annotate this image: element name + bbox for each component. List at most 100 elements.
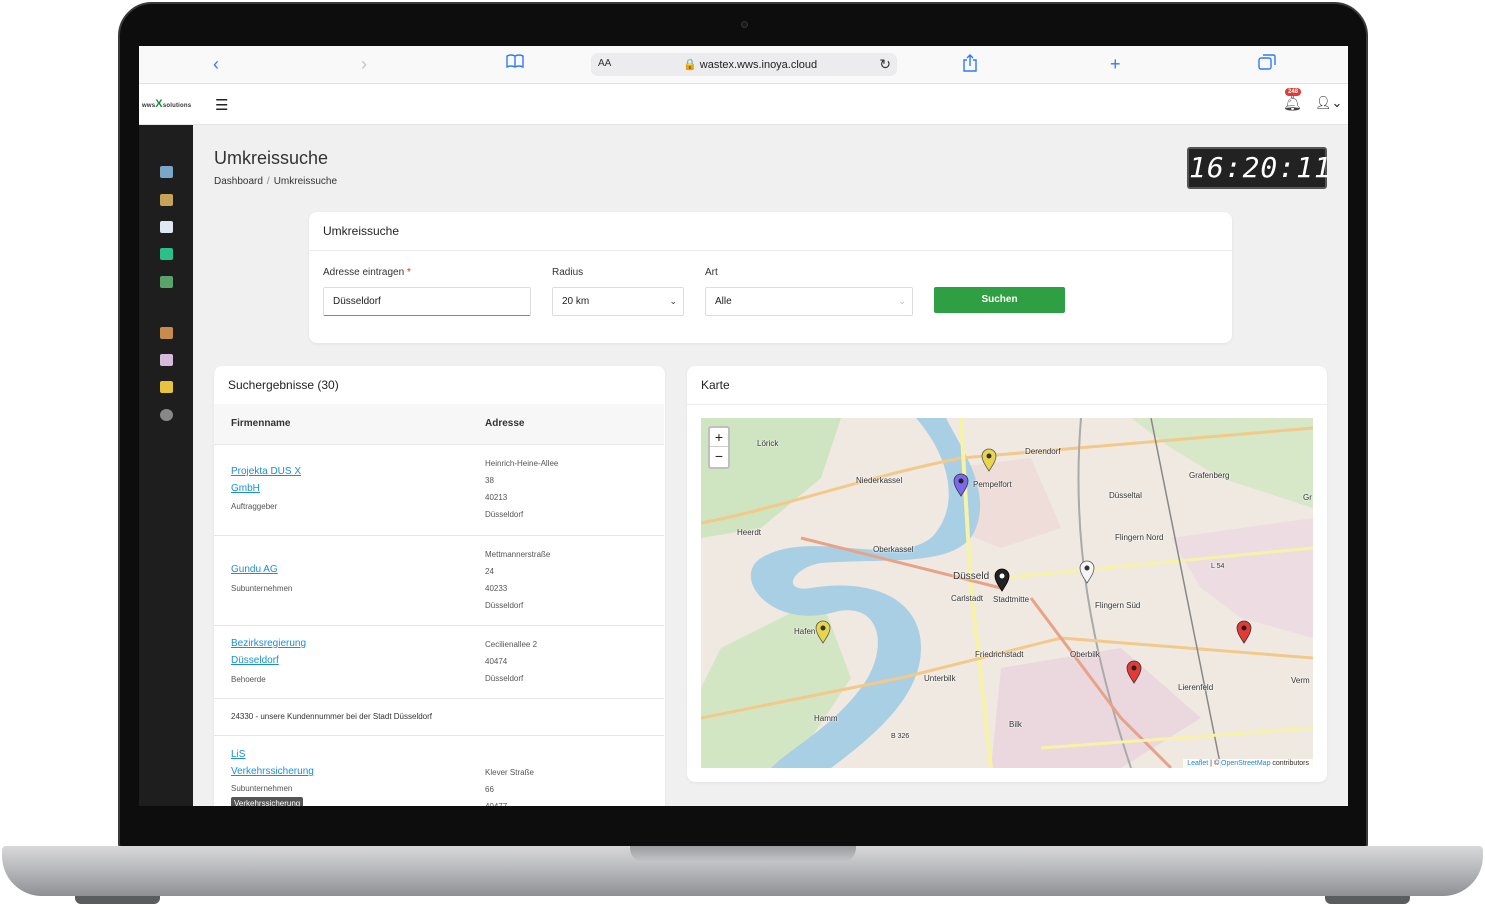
address-city: Düsseldorf <box>485 510 524 519</box>
address-number: 66 <box>485 785 494 794</box>
company-role: Subunternehmen <box>231 784 293 793</box>
user-menu-icon[interactable]: 👤︎⌄ <box>1315 95 1342 111</box>
app-header: wwsXsolutions ☰ 🔔︎ 248 👤︎⌄ <box>139 84 1348 125</box>
address-zip: 40233 <box>485 584 508 593</box>
address-label-text: Adresse eintragen <box>323 267 405 278</box>
map-marker-red[interactable] <box>1236 620 1252 644</box>
company-link[interactable]: LiS Verkehrssicherung <box>231 746 351 780</box>
sidebar-settings-icon[interactable] <box>160 409 173 421</box>
map-label: Bilk <box>1009 720 1022 729</box>
reload-icon[interactable]: ↻ <box>879 56 891 73</box>
zoom-in-button[interactable]: + <box>710 428 728 447</box>
map-label: Flingern Nord <box>1115 533 1164 542</box>
logo-left-text: wws <box>142 103 156 109</box>
map-card: Karte Lörick Niederkassel Heerdt Oberkas… <box>687 366 1327 782</box>
osm-link[interactable]: OpenStreetMap <box>1221 760 1270 767</box>
company-name-line1: Gundu AG <box>231 564 278 575</box>
map-label: Hamm <box>814 714 838 723</box>
address-bar[interactable]: AA 🔒 wastex.wws.inoya.cloud ↻ <box>591 53 897 76</box>
search-card-divider <box>309 250 1232 251</box>
laptop-notch <box>630 846 856 862</box>
company-address: Cecilienallee 2 40474 Düsseldorf <box>485 636 605 687</box>
radius-select[interactable]: 20 km ⌄ <box>552 287 684 316</box>
new-tab-icon[interactable]: + <box>1110 54 1121 74</box>
sidebar-dashboard-icon[interactable] <box>160 166 173 178</box>
leaflet-link[interactable]: Leaflet <box>1187 760 1208 767</box>
company-name-line2: GmbH <box>231 483 260 494</box>
notification-badge: 248 <box>1285 88 1302 96</box>
type-label: Art <box>705 267 718 278</box>
digital-clock: 16:20:11 <box>1187 147 1331 189</box>
map-label: Lörick <box>757 439 779 448</box>
map-card-title: Karte <box>701 378 730 392</box>
table-row: LiS Verkehrssicherung Subunternehmen Verk… <box>214 736 664 806</box>
breadcrumb-dashboard[interactable]: Dashboard <box>214 176 263 187</box>
sidebar-calendar-icon[interactable] <box>160 194 173 206</box>
share-icon[interactable] <box>962 54 978 76</box>
address-zip: 40474 <box>485 657 508 666</box>
zoom-out-button[interactable]: − <box>710 447 728 466</box>
company-role: Subunternehmen <box>231 584 293 593</box>
category-tag: Verkehrssicherung <box>231 797 304 806</box>
results-card: Suchergebnisse (30) Firmenname Adresse P… <box>214 366 665 806</box>
page-title: Umkreissuche <box>214 148 329 168</box>
tabs-overview-icon[interactable] <box>1258 54 1276 74</box>
chevron-down-icon: ⌄ <box>669 296 677 306</box>
col-company-header[interactable]: Firmenname <box>231 418 290 429</box>
map-marker-black[interactable] <box>994 568 1010 592</box>
address-input[interactable]: Düsseldorf <box>323 287 531 316</box>
table-row: Gundu AG Subunternehmen Mettmannerstraße… <box>214 536 664 626</box>
map-label: Stadtmitte <box>993 595 1030 604</box>
bell-icon[interactable]: 🔔︎ <box>1283 94 1302 112</box>
bookmarks-icon[interactable] <box>506 54 524 74</box>
screen: ‹ › AA 🔒 wastex.wws.inoya.cloud ↻ + wwsX… <box>139 46 1348 806</box>
map-label: Heerdt <box>737 528 762 537</box>
map-label: Unterbilk <box>924 674 956 683</box>
logo[interactable]: wwsXsolutions <box>142 98 191 110</box>
breadcrumb-current: Umkreissuche <box>273 176 338 187</box>
results-table-header: Firmenname Adresse <box>214 404 664 445</box>
map-marker-white[interactable] <box>1079 560 1095 584</box>
search-card-title: Umkreissuche <box>323 224 400 238</box>
company-link[interactable]: Bezirksregierung Düsseldorf <box>231 635 331 669</box>
type-select[interactable]: Alle ⌄ <box>705 287 913 316</box>
back-icon[interactable]: ‹ <box>213 54 219 74</box>
sidebar-document-icon[interactable] <box>160 221 173 233</box>
address-zip: 40213 <box>485 493 508 502</box>
address-number: 38 <box>485 476 494 485</box>
sidebar-map-icon[interactable] <box>160 276 173 288</box>
sidebar-file-icon[interactable] <box>160 248 173 260</box>
forward-icon[interactable]: › <box>361 54 367 74</box>
address-label: Adresse eintragen * <box>323 267 411 278</box>
laptop-foot-left <box>75 896 160 904</box>
sidebar-tools-icon[interactable] <box>160 354 173 366</box>
map-label: Friedrichstadt <box>975 650 1024 659</box>
map-marker-purple[interactable] <box>953 473 969 497</box>
sidebar-traffic-icon[interactable] <box>160 381 173 393</box>
company-name-line1: Bezirksregierung <box>231 638 307 649</box>
chevron-down-icon: ⌄ <box>898 296 906 306</box>
reader-aa-button[interactable]: AA <box>598 58 611 69</box>
map-label: Pempelfort <box>973 480 1012 489</box>
map-view[interactable]: Lörick Niederkassel Heerdt Oberkassel De… <box>701 418 1313 768</box>
company-name-line1: LiS <box>231 749 246 760</box>
address-street: Mettmannerstraße <box>485 550 551 559</box>
search-button[interactable]: Suchen <box>934 287 1065 313</box>
map-marker-yellow[interactable] <box>981 448 997 472</box>
sidebar-users-icon[interactable] <box>160 327 173 339</box>
zoom-control: + − <box>708 426 730 469</box>
map-marker-red[interactable] <box>1126 660 1142 684</box>
map-label: Verm <box>1291 676 1310 685</box>
menu-toggle-icon[interactable]: ☰ <box>215 96 228 114</box>
company-link[interactable]: Projekta DUS X GmbH <box>231 463 331 497</box>
map-label: Derendorf <box>1025 447 1061 456</box>
logo-right-text: solutions <box>162 103 192 109</box>
col-address-header[interactable]: Adresse <box>485 418 524 429</box>
map-marker-yellow[interactable] <box>815 620 831 644</box>
logo-x: X <box>155 98 163 110</box>
company-link[interactable]: Gundu AG <box>231 561 331 578</box>
url-value: wastex.wws.inoya.cloud <box>699 59 818 71</box>
company-address: Klever Straße 66 40477 <box>485 764 605 806</box>
address-city: Düsseldorf <box>485 601 524 610</box>
map-label: Hafen <box>794 627 816 636</box>
